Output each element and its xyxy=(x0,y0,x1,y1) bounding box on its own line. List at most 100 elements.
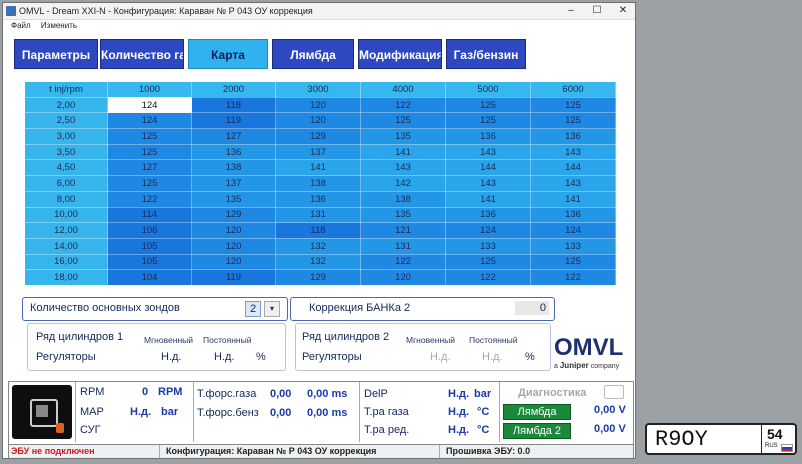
map-cell[interactable]: 137 xyxy=(191,175,276,192)
map-cell[interactable]: 144 xyxy=(530,159,616,177)
config-status: Конфигурация: Караван № Р 043 ОУ коррекц… xyxy=(159,445,436,458)
map-cell[interactable]: 125 xyxy=(107,175,192,192)
map-cell[interactable]: 136 xyxy=(275,190,361,208)
map-cell[interactable]: 138 xyxy=(191,159,276,177)
table-row: 2,00 124 118 120 122 125 125 xyxy=(24,96,616,114)
map-cell[interactable]: 136 xyxy=(530,206,616,224)
map-cell[interactable]: 143 xyxy=(445,143,531,161)
map-cell[interactable]: 120 xyxy=(191,237,276,255)
map-cell[interactable]: 125 xyxy=(530,253,616,271)
close-icon[interactable]: ✕ xyxy=(617,3,629,19)
map-cell[interactable]: 125 xyxy=(445,253,531,271)
map-cell[interactable]: 144 xyxy=(445,159,531,177)
bank1-regulators-label: Регуляторы xyxy=(36,351,96,363)
tab-mixture-modification[interactable]: Модификация смеси xyxy=(358,39,442,69)
map-cell[interactable]: 136 xyxy=(445,206,531,224)
map-cell[interactable]: 120 xyxy=(191,222,276,239)
map-cell[interactable]: 141 xyxy=(360,143,446,161)
map-cell[interactable]: 124 xyxy=(107,96,192,114)
diagnostics-label[interactable]: Диагностика xyxy=(518,387,586,399)
map-cell[interactable]: 125 xyxy=(530,112,616,130)
map-cell[interactable]: 143 xyxy=(530,175,616,192)
map-cell[interactable]: 124 xyxy=(530,222,616,239)
map-cell[interactable]: 141 xyxy=(445,190,531,208)
map-cell[interactable]: 118 xyxy=(275,222,361,239)
tab-map[interactable]: Карта xyxy=(188,39,268,69)
map-cell[interactable]: 125 xyxy=(445,96,531,114)
map-cell[interactable]: 133 xyxy=(445,237,531,255)
injection-time-cell: 2,50 xyxy=(24,112,108,130)
rpm-header: 2000 xyxy=(191,81,276,98)
map-cell[interactable]: 114 xyxy=(107,206,192,224)
sensor-count-input[interactable]: 2 xyxy=(245,301,261,317)
bank2-instant-value: Н.д. xyxy=(430,351,451,363)
map-cell[interactable]: 122 xyxy=(107,190,192,208)
map-cell[interactable]: 105 xyxy=(107,237,192,255)
map-cell[interactable]: 118 xyxy=(191,96,276,114)
map-cell[interactable]: 119 xyxy=(191,269,276,286)
minimize-icon[interactable]: – xyxy=(565,3,577,19)
map-cell[interactable]: 119 xyxy=(191,112,276,130)
map-cell[interactable]: 121 xyxy=(360,222,446,239)
map-cell[interactable]: 141 xyxy=(275,159,361,177)
map-cell[interactable]: 136 xyxy=(191,143,276,161)
map-cell[interactable]: 122 xyxy=(360,96,446,114)
map-cell[interactable]: 127 xyxy=(191,128,276,145)
map-cell[interactable]: 124 xyxy=(107,112,192,130)
menu-file[interactable]: Файл xyxy=(11,21,31,30)
map-cell[interactable]: 143 xyxy=(360,159,446,177)
map-cell[interactable]: 120 xyxy=(275,112,361,130)
map-cell[interactable]: 131 xyxy=(275,206,361,224)
fuel-pump-icon xyxy=(56,423,64,433)
map-cell[interactable]: 129 xyxy=(191,206,276,224)
map-cell[interactable]: 104 xyxy=(107,269,192,286)
map-cell[interactable]: 143 xyxy=(530,143,616,161)
map-cell[interactable]: 105 xyxy=(107,253,192,271)
map-cell[interactable]: 135 xyxy=(360,128,446,145)
map-cell[interactable]: 131 xyxy=(360,237,446,255)
menu-edit[interactable]: Изменить xyxy=(41,21,77,30)
tab-lambda[interactable]: Лямбда xyxy=(272,39,354,69)
map-cell[interactable]: 125 xyxy=(107,128,192,145)
map-cell[interactable]: 132 xyxy=(275,253,361,271)
bank2-title: Ряд цилиндров 2 xyxy=(302,331,390,343)
map-cell[interactable]: 120 xyxy=(275,96,361,114)
map-cell[interactable]: 122 xyxy=(360,253,446,271)
map-cell[interactable]: 142 xyxy=(360,175,446,192)
map-cell[interactable]: 122 xyxy=(445,269,531,286)
map-cell[interactable]: 122 xyxy=(530,269,616,286)
map-cell[interactable]: 129 xyxy=(275,128,361,145)
map-cell[interactable]: 135 xyxy=(191,190,276,208)
chevron-down-icon[interactable]: ▾ xyxy=(264,301,280,317)
maximize-icon[interactable]: ☐ xyxy=(591,3,603,19)
map-cell[interactable]: 124 xyxy=(445,222,531,239)
ecu-icon xyxy=(12,385,72,439)
map-cell[interactable]: 125 xyxy=(360,112,446,130)
tab-gas-petrol[interactable]: Газ/бензин xyxy=(446,39,526,69)
tab-parameters[interactable]: Параметры xyxy=(14,39,98,69)
map-cell[interactable]: 106 xyxy=(107,222,192,239)
map-cell[interactable]: 127 xyxy=(107,159,192,177)
map-cell[interactable]: 141 xyxy=(530,190,616,208)
map-cell[interactable]: 120 xyxy=(191,253,276,271)
injection-time-cell: 12,00 xyxy=(24,222,108,239)
map-cell[interactable]: 120 xyxy=(360,269,446,286)
map-cell[interactable]: 138 xyxy=(360,190,446,208)
bank-correction-value[interactable]: 0 xyxy=(515,301,549,315)
map-cell[interactable]: 143 xyxy=(445,175,531,192)
map-cell[interactable]: 133 xyxy=(530,237,616,255)
lambda2-button[interactable]: Лямбда 2 xyxy=(503,423,571,439)
map-cell[interactable]: 129 xyxy=(275,269,361,286)
map-cell[interactable]: 137 xyxy=(275,143,361,161)
map-cell[interactable]: 125 xyxy=(530,96,616,114)
map-cell[interactable]: 125 xyxy=(445,112,531,130)
map-cell[interactable]: 136 xyxy=(530,128,616,145)
map-cell[interactable]: 125 xyxy=(107,143,192,161)
lambda-button[interactable]: Лямбда xyxy=(503,404,571,420)
map-cell[interactable]: 136 xyxy=(445,128,531,145)
map-cell[interactable]: 138 xyxy=(275,175,361,192)
bank1-permanent-header: Постоянный xyxy=(203,335,252,345)
tab-gas-quantity[interactable]: Количество газа xyxy=(100,39,184,69)
map-cell[interactable]: 135 xyxy=(360,206,446,224)
map-cell[interactable]: 132 xyxy=(275,237,361,255)
